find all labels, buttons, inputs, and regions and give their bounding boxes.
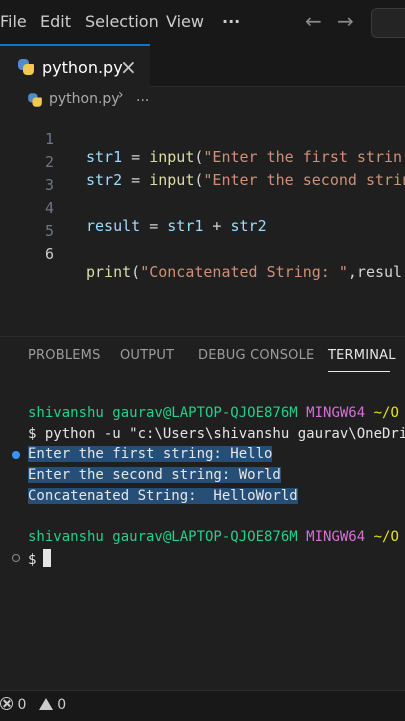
breadcrumb-more[interactable]: ... (136, 89, 149, 105)
code-line: 3 (0, 158, 405, 194)
python-file-icon (18, 59, 34, 75)
panel-tab-bar: PROBLEMS OUTPUT DEBUG CONSOLE TERMINAL (0, 336, 405, 373)
prompt-env: MINGW64 (306, 529, 366, 545)
tab-label: python.py (42, 58, 123, 77)
line-number: 6 (44, 245, 54, 263)
code-token: ( (131, 263, 141, 281)
code-editor[interactable]: 1 str1 = input("Enter the first strin 2 … (0, 112, 405, 281)
breadcrumb: python.py › ... (0, 87, 405, 111)
python-file-icon (28, 93, 42, 107)
tab-python-py[interactable]: python.py × (0, 44, 150, 87)
terminal-cursor (43, 549, 52, 567)
arrow-right-icon[interactable]: → (337, 9, 354, 33)
menu-bar: File Edit Selection View ··· ← → (0, 0, 405, 44)
terminal-output-line: Enter the second string: World (28, 467, 281, 487)
menu-view[interactable]: View (166, 12, 204, 31)
code-line: 5 (0, 204, 405, 240)
code-line: 1 str1 = input("Enter the first strin (0, 112, 405, 166)
error-icon (0, 697, 13, 710)
editor-tab-strip: python.py × (0, 44, 405, 87)
terminal-output-line: Concatenated String: HelloWorld (28, 488, 298, 508)
code-line: 2 str2 = input("Enter the second strin (0, 135, 405, 189)
prompt-path: ~/O (373, 405, 399, 421)
prompt-user: shivanshu gaurav@LAPTOP-QJOE876M (28, 405, 298, 421)
prompt-env: MINGW64 (306, 405, 366, 421)
close-icon[interactable]: × (120, 55, 137, 79)
chevron-right-icon: › (118, 87, 124, 103)
prompt-user: shivanshu gaurav@LAPTOP-QJOE876M (28, 529, 298, 545)
breadcrumb-file[interactable]: python.py (49, 91, 120, 107)
command-center-search[interactable] (371, 8, 405, 38)
menu-selection[interactable]: Selection (85, 12, 159, 31)
warning-count: 0 (57, 697, 67, 713)
code-line: 6 print("Concatenated String: ",resul (0, 227, 405, 281)
code-token: ,resul (347, 263, 403, 281)
menu-file[interactable]: File (0, 12, 27, 31)
terminal-prompt-line: shivanshu gaurav@LAPTOP-QJOE876M MINGW64… (28, 405, 399, 425)
warning-icon (38, 698, 53, 710)
tab-problems[interactable]: PROBLEMS (28, 348, 101, 363)
active-tab-indicator (328, 371, 390, 372)
terminal-input-line[interactable]: $ (28, 549, 52, 569)
tab-terminal[interactable]: TERMINAL (328, 348, 396, 363)
code-line: 4 result = str1 + str2 (0, 181, 405, 235)
output-text: Enter the first string: Hello (28, 446, 273, 462)
terminal[interactable]: shivanshu gaurav@LAPTOP-QJOE876M MINGW64… (0, 398, 405, 688)
output-text: Enter the second string: World (28, 467, 281, 483)
tab-debug-console[interactable]: DEBUG CONSOLE (198, 348, 314, 363)
arrow-left-icon[interactable]: ← (305, 9, 322, 33)
tab-output[interactable]: OUTPUT (120, 348, 174, 363)
terminal-command-line: $ python -u "c:\Users\shivanshu gaurav\O… (28, 426, 405, 442)
error-count: 0 (17, 697, 27, 713)
menu-edit[interactable]: Edit (40, 12, 71, 31)
code-token: "Concatenated String: " (140, 263, 348, 281)
terminal-prompt-line: shivanshu gaurav@LAPTOP-QJOE876M MINGW64… (28, 529, 399, 549)
code-token: print (86, 263, 132, 281)
terminal-output-line: Enter the first string: Hello (28, 446, 273, 466)
command-success-decoration[interactable] (12, 451, 20, 459)
prompt-path: ~/O (373, 529, 399, 545)
output-text: Concatenated String: HelloWorld (28, 488, 298, 504)
status-bar: 0 0 (0, 690, 405, 721)
problems-status[interactable]: 0 0 (0, 697, 66, 713)
command-pending-decoration[interactable] (12, 554, 20, 562)
menu-more[interactable]: ··· (222, 12, 240, 31)
prompt-symbol: $ (28, 552, 37, 568)
